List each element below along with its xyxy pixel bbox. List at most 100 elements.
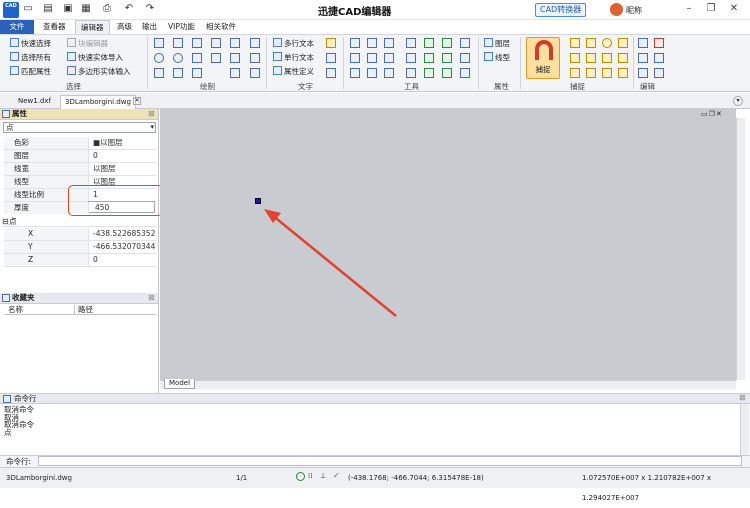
rotate-icon[interactable] [367, 38, 377, 48]
prop-row-layer[interactable]: 图层 0 [4, 150, 156, 163]
prop-row-x[interactable]: X -438.522685352 [4, 228, 156, 241]
ungroup-icon[interactable] [442, 38, 452, 48]
block-insert-icon[interactable] [230, 38, 240, 48]
stretch-icon[interactable] [350, 68, 360, 78]
snap-extension-icon[interactable] [618, 68, 628, 78]
divide-icon[interactable] [460, 68, 470, 78]
snap-nearest-icon[interactable] [618, 53, 628, 63]
tab-viewer[interactable]: 查看器 [38, 20, 71, 34]
table-icon[interactable] [250, 53, 260, 63]
polygon-entity-input-button[interactable]: 多边形实体输入 [67, 66, 131, 77]
select-all-button[interactable]: 选择所有 [10, 52, 51, 63]
user-name[interactable]: 昵称 [626, 5, 642, 16]
move-icon[interactable] [350, 38, 360, 48]
minimize-button[interactable]: – [682, 2, 696, 16]
cad-converter-button[interactable]: CAD转换器 [535, 3, 587, 17]
restore-button[interactable]: ❐ [704, 2, 718, 16]
curve-icon[interactable] [406, 68, 416, 78]
snap-node-icon[interactable] [586, 53, 596, 63]
spline-icon[interactable] [211, 38, 221, 48]
copy-clipboard-icon[interactable] [638, 53, 648, 63]
undo-icon[interactable]: ↶ [123, 3, 135, 15]
text-style-icon[interactable] [326, 38, 336, 48]
explode-icon[interactable] [460, 38, 470, 48]
prop-value[interactable]: 以图层 [92, 163, 156, 175]
clipboard-icon[interactable] [638, 68, 648, 78]
prop-value[interactable]: -438.522685352 [92, 228, 156, 240]
ortho-toggle-icon[interactable]: ⊥ [320, 472, 326, 480]
lengthen-icon[interactable] [384, 68, 394, 78]
model-tab[interactable]: Model [164, 379, 196, 389]
saveas-icon[interactable]: ▦ [80, 3, 92, 15]
prop-value[interactable]: -466.532070344 [92, 241, 156, 253]
rectangle-icon[interactable] [192, 38, 202, 48]
single-line-text-button[interactable]: 单行文本 [273, 52, 314, 63]
wipeout-icon[interactable] [192, 68, 202, 78]
close-tab-icon[interactable]: ✕ [133, 97, 141, 105]
avatar[interactable] [610, 3, 623, 16]
command-input[interactable] [38, 456, 742, 466]
snap-center-icon[interactable] [602, 38, 612, 48]
snap-tangent-icon[interactable] [618, 38, 628, 48]
tab-menu-icon[interactable]: ▾ [733, 96, 743, 106]
hatch-icon[interactable] [211, 53, 221, 63]
prop-row-y[interactable]: Y -466.532070344 [4, 241, 156, 254]
extend-icon[interactable] [367, 68, 377, 78]
prop-row-lineweight[interactable]: 线宽 以图层 [4, 163, 156, 176]
array-icon[interactable] [406, 38, 416, 48]
new-icon[interactable]: ▭ [22, 3, 34, 15]
snap-parallel-icon[interactable] [602, 68, 612, 78]
tab-file[interactable]: 文件 [0, 20, 34, 34]
paste-icon[interactable] [638, 38, 648, 48]
properties-edit-icon[interactable] [654, 68, 664, 78]
point-icon[interactable] [154, 68, 164, 78]
block-editor-button[interactable]: 块编辑器 [67, 38, 108, 49]
object-type-select[interactable]: 点 ▾ [3, 122, 156, 133]
fillet-icon[interactable] [442, 53, 452, 63]
chamfer-icon[interactable] [424, 53, 434, 63]
column-name[interactable]: 名称 [8, 305, 23, 315]
snap-perpendicular-icon[interactable] [586, 38, 596, 48]
find-text-icon[interactable] [326, 53, 336, 63]
horizontal-scrollbar[interactable] [160, 380, 736, 389]
quick-entity-import-button[interactable]: 快速实体导入 [67, 52, 123, 63]
ellipse-icon[interactable] [192, 53, 202, 63]
tab-vip[interactable]: VIP功能 [163, 20, 200, 34]
prop-value[interactable]: 0 [92, 254, 156, 266]
tab-editor[interactable]: 编辑器 [75, 20, 110, 34]
polyline-icon[interactable] [173, 38, 183, 48]
prop-value[interactable]: 0 [92, 150, 156, 162]
column-path[interactable]: 路径 [74, 305, 93, 315]
line-icon[interactable] [154, 38, 164, 48]
arc-icon[interactable] [173, 53, 183, 63]
snap-endpoint-icon[interactable] [570, 38, 580, 48]
layer-button[interactable]: 图层 [484, 38, 510, 49]
offset-icon[interactable] [367, 53, 377, 63]
tab-related-software[interactable]: 相关软件 [201, 20, 241, 34]
multiline-text-button[interactable]: 多行文本 [273, 38, 314, 49]
measure-icon[interactable] [442, 68, 452, 78]
mirror-icon[interactable] [350, 53, 360, 63]
grid-toggle-icon[interactable]: ⁞⁞ [308, 472, 312, 480]
text-edit-icon[interactable] [326, 68, 336, 78]
region-icon[interactable] [230, 53, 240, 63]
linetype-button[interactable]: 线型 [484, 52, 510, 63]
vertical-scrollbar[interactable] [736, 118, 745, 380]
attribute-definition-button[interactable]: 属性定义 [273, 66, 314, 77]
prop-row-z[interactable]: Z0 [4, 254, 156, 267]
trim-icon[interactable] [384, 53, 394, 63]
redo-icon[interactable]: ↷ [144, 3, 156, 15]
gradient-icon[interactable] [173, 68, 183, 78]
save-icon[interactable]: ▣ [62, 3, 74, 15]
print-icon[interactable]: ⎙ [101, 3, 113, 15]
prop-row-color[interactable]: 色彩 ■以图层 [4, 137, 156, 150]
snap-toggle-icon[interactable] [296, 472, 305, 481]
group-icon[interactable] [424, 38, 434, 48]
collapse-icon[interactable]: ⊟ [2, 217, 9, 226]
circle-icon[interactable] [154, 53, 164, 63]
close-panel-icon[interactable]: ⊠ [148, 293, 155, 302]
scale-icon[interactable] [384, 38, 394, 48]
snap-insertion-icon[interactable] [586, 68, 596, 78]
prop-value[interactable]: ■以图层 [92, 137, 156, 149]
cloud-icon[interactable] [250, 68, 260, 78]
